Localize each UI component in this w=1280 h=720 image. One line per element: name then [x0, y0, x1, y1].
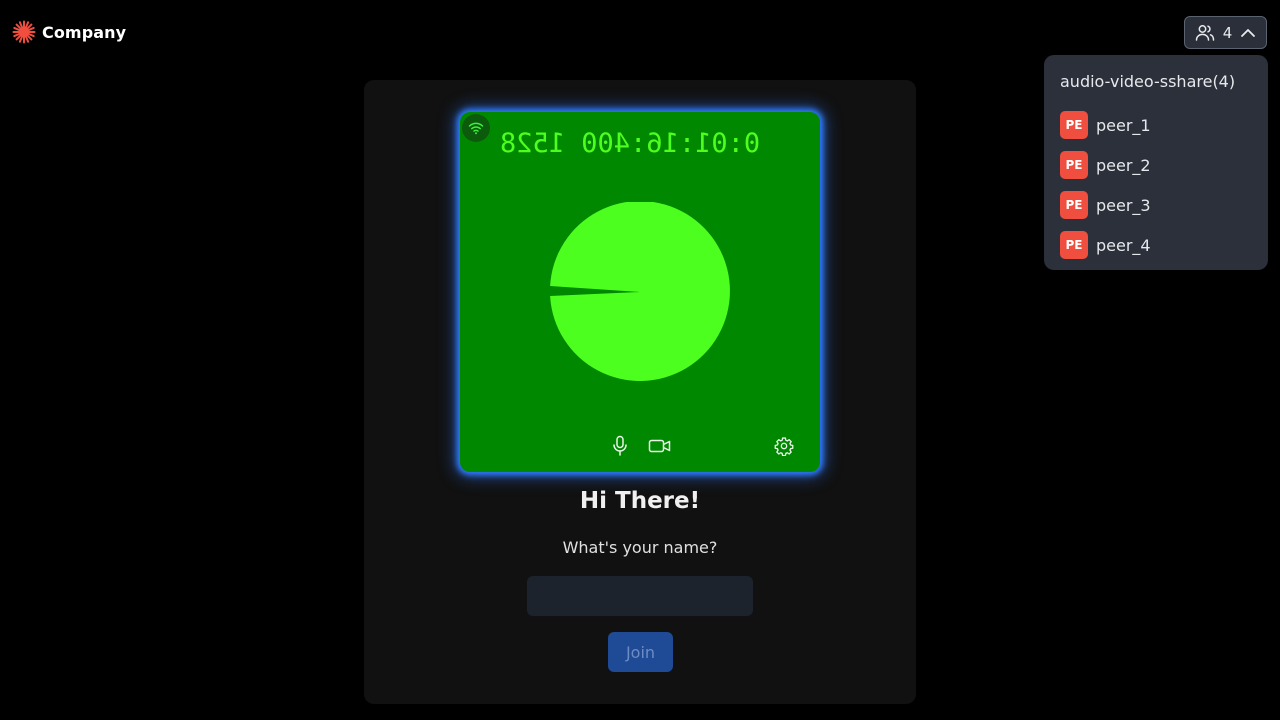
greeting-heading: Hi There! — [579, 488, 701, 514]
name-prompt: What's your name? — [562, 538, 718, 557]
tile-controls — [460, 432, 820, 460]
users-icon — [1195, 24, 1214, 41]
peer-list-item[interactable]: PE peer_3 — [1060, 191, 1252, 219]
peer-name: peer_3 — [1096, 195, 1151, 215]
preview-card: 0:01:16:400 1528 Hi There! What's your n… — [364, 80, 916, 704]
participants-dropdown: audio-video-sshare(4) PE peer_1 PE peer_… — [1044, 55, 1268, 270]
participants-toggle-button[interactable]: 4 — [1184, 16, 1267, 49]
settings-button[interactable] — [770, 432, 798, 460]
video-pie-graphic — [550, 202, 730, 381]
company-name: Company — [42, 22, 127, 42]
peer-name: peer_4 — [1096, 235, 1151, 255]
camera-toggle-button[interactable] — [646, 432, 674, 460]
peer-name: peer_1 — [1096, 115, 1151, 135]
peer-avatar: PE — [1060, 151, 1088, 179]
participants-count: 4 — [1222, 23, 1233, 42]
peer-list-item[interactable]: PE peer_2 — [1060, 151, 1252, 179]
network-quality-badge — [462, 114, 490, 142]
peer-avatar: PE — [1060, 111, 1088, 139]
microphone-icon — [613, 435, 627, 456]
name-input[interactable] — [527, 576, 753, 616]
peer-avatar: PE — [1060, 231, 1088, 259]
settings-gear-icon — [774, 437, 794, 456]
sunburst-logo-icon — [12, 20, 36, 44]
peer-list-item[interactable]: PE peer_4 — [1060, 231, 1252, 259]
microphone-toggle-button[interactable] — [606, 432, 634, 460]
chevron-up-icon — [1241, 28, 1256, 37]
video-timestamp: 0:01:16:400 1528 — [500, 128, 761, 159]
company-logo: Company — [12, 20, 126, 44]
room-name: audio-video-sshare(4) — [1060, 72, 1236, 91]
wifi-icon — [468, 122, 484, 135]
video-preview-tile: 0:01:16:400 1528 — [460, 112, 820, 472]
peer-avatar: PE — [1060, 191, 1088, 219]
peer-name: peer_2 — [1096, 155, 1151, 175]
camera-icon — [648, 439, 671, 453]
join-button[interactable]: Join — [608, 632, 673, 672]
peer-list-item[interactable]: PE peer_1 — [1060, 111, 1252, 139]
